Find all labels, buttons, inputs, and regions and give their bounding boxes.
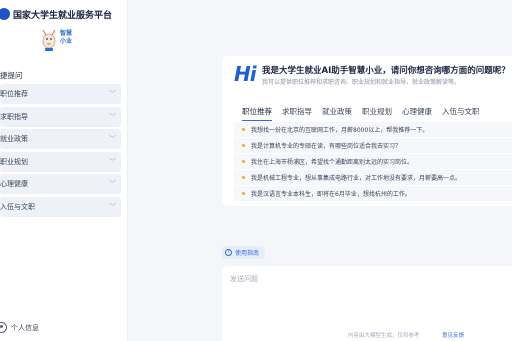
- sidebar-item-label: 就业政策: [0, 135, 28, 143]
- suggested-question-text: 我是计算机专业的专硕在读，有哪些岗位适合我去实习？: [251, 142, 402, 150]
- chevron-down-icon: ﹀: [109, 202, 116, 211]
- suggested-question[interactable]: 我是汉语言专业本科生，即将在6月毕业，想找杭州的工作。: [234, 185, 512, 201]
- bullet-icon: [242, 191, 245, 195]
- welcome-title: 我是大学生就业AI助手智慧小业，请问你想咨询哪方面的问题呢？: [262, 66, 510, 76]
- tab-employment-policy[interactable]: 就业政策: [322, 106, 352, 121]
- tab-job-recommend[interactable]: 职位推荐: [242, 106, 272, 121]
- sidebar-item-label: 职业规划: [0, 157, 28, 166]
- emblem-icon: [0, 8, 10, 20]
- composer: [222, 266, 512, 341]
- suggested-question[interactable]: 我是机械工程专业，想从事集成电路行业，对工作地没有要求，月薪要高一点。: [234, 169, 512, 185]
- sidebar-item-career-planning[interactable]: 职业规划 ﹀: [0, 151, 121, 172]
- mascot-line-1: 智慧: [60, 30, 73, 37]
- brand-title: 国家大学生就业服务平台: [13, 10, 113, 21]
- tab-career-planning[interactable]: 职业规划: [362, 106, 392, 121]
- sidebar-item-mental-health[interactable]: 心理健康 ﹀: [0, 174, 121, 194]
- hi-logo: Hi: [234, 62, 257, 86]
- suggested-question-text: 我是机械工程专业，想从事集成电路行业，对工作地没有要求，月薪要高一点。: [251, 174, 462, 182]
- sidebar: 国家大学生就业服务平台 智慧 小业 捷提问 职位推荐 ﹀ 求职指导 ﹀ 就业政策…: [0, 0, 128, 341]
- suggested-question[interactable]: 我想找一份在北京的互联网工作，月薪8000以上，帮我推荐一下。: [234, 122, 512, 137]
- user-icon: [0, 322, 7, 333]
- suggested-question-text: 我想找一份在北京的互联网工作，月薪8000以上，帮我推荐一下。: [251, 126, 429, 134]
- suggested-question-text: 我是汉语言专业本科生，即将在6月毕业，想找杭州的工作。: [251, 190, 411, 198]
- tab-military-civilian[interactable]: 入伍与文职: [442, 106, 480, 121]
- feedback-link[interactable]: 意见反馈: [442, 331, 464, 339]
- sidebar-item-label: 求职指导: [0, 112, 28, 121]
- chevron-down-icon: ﹀: [109, 157, 116, 166]
- mascot: 智慧 小业: [36, 28, 84, 54]
- quick-ask-title: 捷提问: [0, 71, 23, 80]
- bullet-icon: [242, 159, 245, 163]
- welcome-subtitle: 我可以提供职位推荐和求职咨询、职业规划和就业指导、就业政策解读等。: [262, 79, 461, 86]
- usage-guide-button[interactable]: ? 使用指南: [222, 246, 266, 259]
- sidebar-item-label: 职位推荐: [0, 90, 28, 98]
- welcome-card: Hi 我是大学生就业AI助手智慧小业，请问你想咨询哪方面的问题呢？ 我可以提供职…: [222, 56, 512, 206]
- sidebar-menu: 职位推荐 ﹀ 求职指导 ﹀ 就业政策 ﹀ 职业规划 ﹀ 心理健康 ﹀ 入伍与文职…: [0, 84, 121, 219]
- tab-mental-health[interactable]: 心理健康: [402, 106, 432, 121]
- suggested-question[interactable]: 我住在上海市杨浦区，希望找个通勤距离别太远的实习岗位。: [234, 153, 512, 169]
- user-profile-link[interactable]: 个人信息: [0, 322, 39, 333]
- sidebar-item-job-guidance[interactable]: 求职指导 ﹀: [0, 106, 121, 127]
- suggested-question[interactable]: 我是计算机专业的专硕在读，有哪些岗位适合我去实习？: [234, 137, 512, 153]
- mascot-line-2: 小业: [60, 38, 73, 45]
- chevron-down-icon: ﹀: [109, 135, 116, 143]
- suggested-question-text: 我住在上海市杨浦区，希望找个通勤距离别太远的实习岗位。: [251, 158, 414, 166]
- mascot-icon: [42, 29, 56, 51]
- bullet-icon: [242, 143, 245, 147]
- sidebar-item-label: 心理健康: [0, 180, 28, 188]
- chevron-down-icon: ﹀: [109, 112, 116, 121]
- sidebar-item-military-civilian[interactable]: 入伍与文职 ﹀: [0, 196, 121, 217]
- chevron-down-icon: ﹀: [109, 180, 116, 188]
- suggested-questions: 我想找一份在北京的互联网工作，月薪8000以上，帮我推荐一下。 我是计算机专业的…: [234, 122, 512, 202]
- bullet-icon: [242, 127, 245, 131]
- help-icon: ?: [225, 249, 232, 256]
- sidebar-item-label: 入伍与文职: [0, 202, 35, 211]
- question-input[interactable]: [230, 274, 500, 314]
- brand[interactable]: 国家大学生就业服务平台: [0, 6, 112, 22]
- ai-disclaimer: 内容由大模型生成，仅供参考: [348, 333, 420, 339]
- user-profile-label: 个人信息: [11, 323, 39, 332]
- usage-guide-label: 使用指南: [235, 250, 260, 257]
- chevron-down-icon: ﹀: [109, 90, 116, 98]
- tab-job-guidance[interactable]: 求职指导: [282, 106, 312, 121]
- sidebar-item-job-recommend[interactable]: 职位推荐 ﹀: [0, 84, 121, 104]
- sidebar-item-employment-policy[interactable]: 就业政策 ﹀: [0, 129, 121, 149]
- bullet-icon: [242, 175, 245, 179]
- topic-tabs: 职位推荐 求职指导 就业政策 职业规划 心理健康 入伍与文职: [242, 106, 490, 121]
- mascot-name: 智慧 小业: [60, 30, 72, 46]
